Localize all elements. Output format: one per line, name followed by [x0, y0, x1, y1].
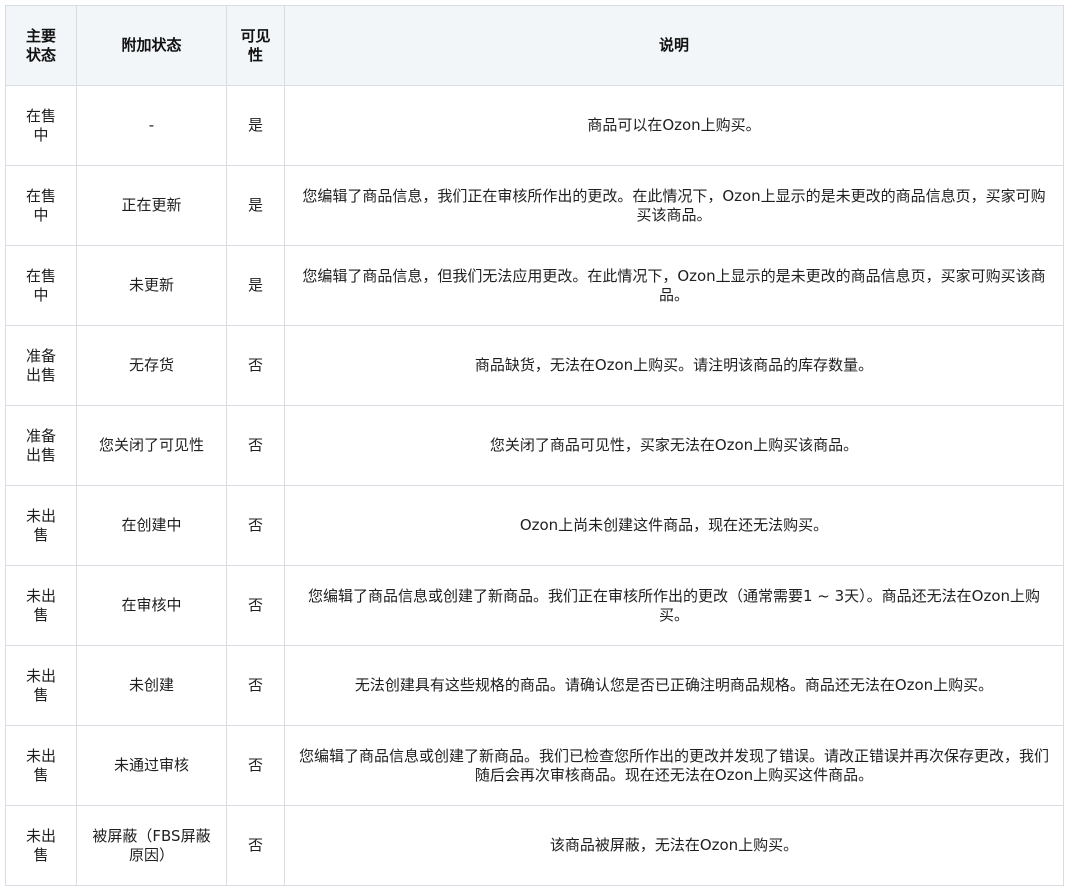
header-additional-status: 附加状态 — [77, 6, 227, 86]
cell-main-status: 未出售 — [6, 806, 77, 886]
header-main-status: 主要状态 — [6, 6, 77, 86]
cell-main-status: 未出售 — [6, 566, 77, 646]
cell-main-status: 准备出售 — [6, 406, 77, 486]
cell-additional-status: 未更新 — [77, 246, 227, 326]
cell-visibility: 是 — [227, 166, 285, 246]
table-row: 未出售 在创建中 否 Ozon上尚未创建这件商品，现在还无法购买。 — [6, 486, 1064, 566]
cell-additional-status: 未通过审核 — [77, 726, 227, 806]
cell-visibility: 否 — [227, 326, 285, 406]
cell-additional-status: 被屏蔽（FBS屏蔽原因） — [77, 806, 227, 886]
cell-visibility: 否 — [227, 646, 285, 726]
table-header: 主要状态 附加状态 可见性 说明 — [6, 6, 1064, 86]
table-row: 在售中 正在更新 是 您编辑了商品信息，我们正在审核所作出的更改。在此情况下，O… — [6, 166, 1064, 246]
cell-visibility: 否 — [227, 486, 285, 566]
cell-additional-status: 未创建 — [77, 646, 227, 726]
cell-visibility: 否 — [227, 406, 285, 486]
table-row: 在售中 未更新 是 您编辑了商品信息，但我们无法应用更改。在此情况下，Ozon上… — [6, 246, 1064, 326]
table-body: 在售中 - 是 商品可以在Ozon上购买。 在售中 正在更新 是 您编辑了商品信… — [6, 86, 1064, 886]
table-row: 未出售 未创建 否 无法创建具有这些规格的商品。请确认您是否已正确注明商品规格。… — [6, 646, 1064, 726]
header-description: 说明 — [285, 6, 1064, 86]
cell-visibility: 否 — [227, 566, 285, 646]
cell-description: 您编辑了商品信息或创建了新商品。我们已检查您所作出的更改并发现了错误。请改正错误… — [285, 726, 1064, 806]
status-table-container: 主要状态 附加状态 可见性 说明 在售中 - 是 商品可以在Ozon上购买。 在… — [5, 5, 1063, 886]
cell-description: 您关闭了商品可见性，买家无法在Ozon上购买该商品。 — [285, 406, 1064, 486]
table-row: 准备出售 无存货 否 商品缺货，无法在Ozon上购买。请注明该商品的库存数量。 — [6, 326, 1064, 406]
header-visibility: 可见性 — [227, 6, 285, 86]
cell-additional-status: 正在更新 — [77, 166, 227, 246]
cell-main-status: 未出售 — [6, 726, 77, 806]
cell-main-status: 准备出售 — [6, 326, 77, 406]
cell-visibility: 否 — [227, 806, 285, 886]
cell-description: 您编辑了商品信息或创建了新商品。我们正在审核所作出的更改（通常需要1 ~ 3天）… — [285, 566, 1064, 646]
cell-main-status: 未出售 — [6, 646, 77, 726]
cell-description: 您编辑了商品信息，但我们无法应用更改。在此情况下，Ozon上显示的是未更改的商品… — [285, 246, 1064, 326]
table-row: 未出售 在审核中 否 您编辑了商品信息或创建了新商品。我们正在审核所作出的更改（… — [6, 566, 1064, 646]
cell-main-status: 未出售 — [6, 486, 77, 566]
cell-main-status: 在售中 — [6, 86, 77, 166]
header-row: 主要状态 附加状态 可见性 说明 — [6, 6, 1064, 86]
cell-description: 该商品被屏蔽，无法在Ozon上购买。 — [285, 806, 1064, 886]
cell-main-status: 在售中 — [6, 166, 77, 246]
cell-visibility: 否 — [227, 726, 285, 806]
cell-visibility: 是 — [227, 86, 285, 166]
cell-additional-status: 您关闭了可见性 — [77, 406, 227, 486]
table-row: 未出售 被屏蔽（FBS屏蔽原因） 否 该商品被屏蔽，无法在Ozon上购买。 — [6, 806, 1064, 886]
cell-description: 商品可以在Ozon上购买。 — [285, 86, 1064, 166]
cell-description: 无法创建具有这些规格的商品。请确认您是否已正确注明商品规格。商品还无法在Ozon… — [285, 646, 1064, 726]
cell-additional-status: 在创建中 — [77, 486, 227, 566]
table-row: 在售中 - 是 商品可以在Ozon上购买。 — [6, 86, 1064, 166]
cell-visibility: 是 — [227, 246, 285, 326]
table-row: 准备出售 您关闭了可见性 否 您关闭了商品可见性，买家无法在Ozon上购买该商品… — [6, 406, 1064, 486]
cell-description: 您编辑了商品信息，我们正在审核所作出的更改。在此情况下，Ozon上显示的是未更改… — [285, 166, 1064, 246]
product-status-table: 主要状态 附加状态 可见性 说明 在售中 - 是 商品可以在Ozon上购买。 在… — [5, 5, 1064, 886]
table-row: 未出售 未通过审核 否 您编辑了商品信息或创建了新商品。我们已检查您所作出的更改… — [6, 726, 1064, 806]
cell-additional-status: - — [77, 86, 227, 166]
cell-description: 商品缺货，无法在Ozon上购买。请注明该商品的库存数量。 — [285, 326, 1064, 406]
cell-additional-status: 在审核中 — [77, 566, 227, 646]
cell-additional-status: 无存货 — [77, 326, 227, 406]
cell-description: Ozon上尚未创建这件商品，现在还无法购买。 — [285, 486, 1064, 566]
cell-main-status: 在售中 — [6, 246, 77, 326]
